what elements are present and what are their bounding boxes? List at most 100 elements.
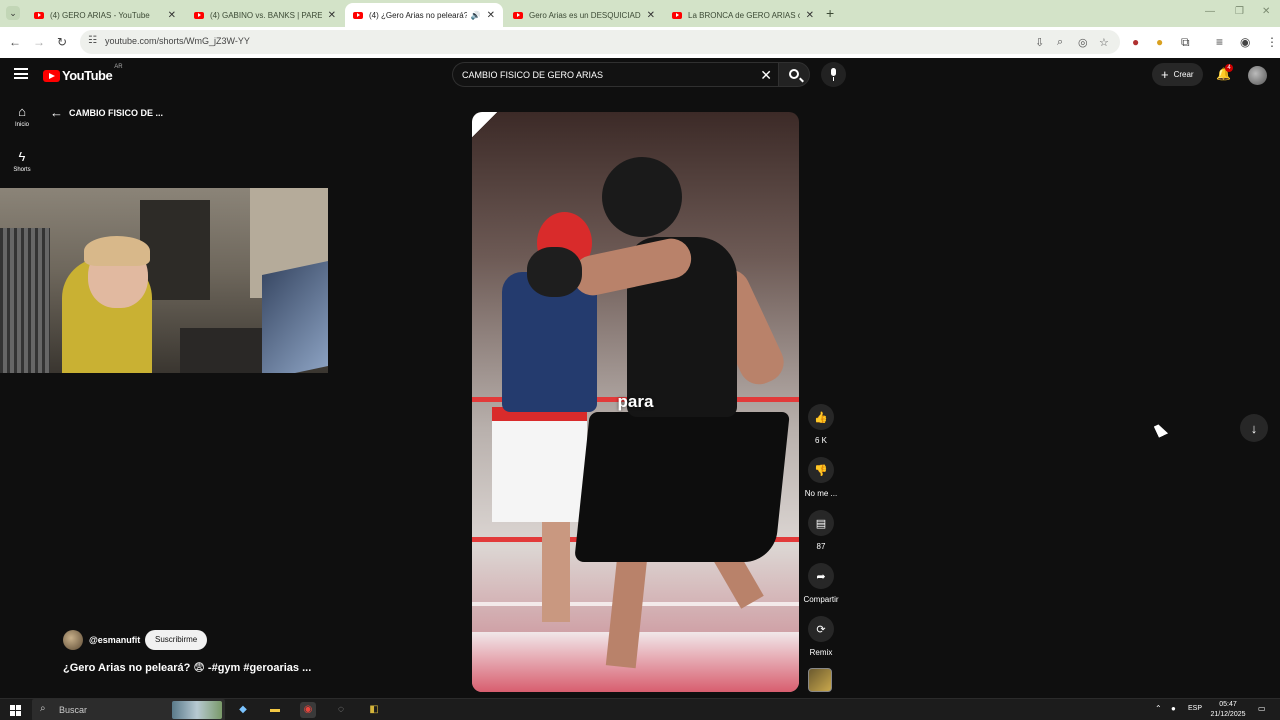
clock-date: 21/12/2025 <box>1210 711 1246 718</box>
comment-count: 87 <box>816 542 826 551</box>
share-label: Compartir <box>803 595 839 604</box>
notification-count-badge: 4 <box>1225 64 1233 72</box>
webcam-rack <box>0 228 50 373</box>
browser-toolbar: ← → ↻ ☷ youtube.com/shorts/WmG_jZ3W-YY ⇩… <box>0 27 1280 58</box>
video-boxer-black-headgear <box>527 157 792 687</box>
create-button[interactable]: + Crear <box>1152 63 1203 86</box>
tracking-protection-icon[interactable]: ◎ <box>1078 36 1088 49</box>
chrome-icon[interactable]: ◉ <box>300 702 316 718</box>
short-video-player[interactable]: para <box>472 112 799 692</box>
guide-item-shorts[interactable]: ϟ Shorts <box>6 149 38 173</box>
reload-icon[interactable]: ↻ <box>57 35 67 49</box>
search-input[interactable]: CAMBIO FISICO DE GERO ARIAS ✕ <box>452 62 778 87</box>
video-caption: para <box>617 392 654 411</box>
media-controls-icon[interactable]: ≡ <box>1216 35 1223 49</box>
app-icon[interactable]: ◧ <box>366 702 382 718</box>
tab-close-icon[interactable]: ✕ <box>647 10 655 21</box>
guide-label: Shorts <box>13 167 31 173</box>
audio-playing-icon[interactable]: 🔊 <box>471 11 481 20</box>
tab-search-icon[interactable]: ⌄ <box>6 6 20 20</box>
address-bar[interactable]: ☷ youtube.com/shorts/WmG_jZ3W-YY ⇩ ⌕ ◎ ☆ <box>80 30 1120 54</box>
voice-search-mic-icon[interactable] <box>821 62 846 87</box>
file-explorer-icon[interactable]: ▬ <box>267 702 283 718</box>
boxer-shorts <box>574 412 790 562</box>
hamburger-menu-icon[interactable] <box>14 68 28 79</box>
taskbar-search-input[interactable]: ⌕ Buscar <box>32 699 225 720</box>
forward-icon[interactable]: → <box>33 35 45 49</box>
next-short-button[interactable]: ↓ <box>1240 414 1268 442</box>
channel-name[interactable]: @esmanufit <box>89 635 140 645</box>
taskbar-search-label: Buscar <box>59 705 88 715</box>
new-tab-icon[interactable]: + <box>826 5 834 21</box>
install-app-icon[interactable]: ⇩ <box>1035 36 1044 49</box>
webcam-streamer-hair <box>84 236 150 266</box>
shorts-icon: ϟ <box>18 149 26 164</box>
youtube-masthead: YouTube AR CAMBIO FISICO DE GERO ARIAS ✕… <box>0 58 1280 92</box>
search-icon: ⌕ <box>40 703 46 714</box>
close-window-icon[interactable]: ✕ <box>1262 6 1270 17</box>
plus-icon: + <box>1161 67 1169 82</box>
tab-title: (4) ¿Gero Arias no peleará? 😨 <box>369 10 467 20</box>
video-ceiling-light <box>472 112 532 192</box>
tab-close-icon[interactable]: ✕ <box>328 10 336 21</box>
comments-button[interactable]: ▤ 87 <box>800 510 842 551</box>
guide-label: Inicio <box>14 122 29 128</box>
boxer-leg <box>542 512 570 622</box>
webcam-monitor <box>262 260 328 373</box>
back-to-search-button[interactable]: ← CAMBIO FISICO DE ... <box>50 105 163 120</box>
account-avatar[interactable] <box>1248 66 1267 85</box>
browser-tab[interactable]: (4) GERO ARIAS - YouTube ✕ <box>26 3 184 27</box>
back-icon[interactable]: ← <box>9 35 21 49</box>
profile-icon[interactable]: ◉ <box>1240 35 1250 49</box>
taskbar-clock[interactable]: 05:47 21/12/2025 <box>1206 700 1250 720</box>
notification-center-icon[interactable]: ▭ <box>1258 704 1266 713</box>
tab-close-icon[interactable]: ✕ <box>168 10 176 21</box>
remix-button[interactable]: ⟳ Remix <box>800 616 842 657</box>
logo-text: YouTube <box>62 68 113 83</box>
extensions-puzzle-icon[interactable]: ⧉ <box>1181 35 1190 50</box>
youtube-logo[interactable]: YouTube AR <box>43 64 123 83</box>
minimize-icon[interactable]: — <box>1205 6 1215 17</box>
guide-item-home[interactable]: ⌂ Inicio <box>6 104 38 128</box>
tab-close-icon[interactable]: ✕ <box>806 10 814 21</box>
youtube-play-logo-icon <box>43 69 60 82</box>
url-text: youtube.com/shorts/WmG_jZ3W-YY <box>105 36 250 46</box>
boxer-headgear <box>602 157 682 237</box>
browser-tab[interactable]: Gero Arias es un DESQUICIADO ✕ <box>505 3 663 27</box>
clear-search-icon[interactable]: ✕ <box>760 67 772 84</box>
windows-taskbar: ⌕ Buscar ◆ ▬ ◉ ◌ ◧ ⌃ ● ESP 05:47 21/12/2… <box>0 698 1280 720</box>
channel-avatar[interactable] <box>63 630 83 650</box>
zoom-icon[interactable]: ⌕ <box>1057 36 1063 49</box>
webcam-shelf <box>140 200 210 300</box>
browser-menu-icon[interactable]: ⋮ <box>1266 35 1278 49</box>
clock-time: 05:47 <box>1219 701 1237 708</box>
windows-start-icon[interactable] <box>10 705 21 716</box>
short-title[interactable]: ¿Gero Arias no peleará? 😨 -#gym #geroari… <box>63 661 311 674</box>
dislike-button[interactable]: 👎 No me ... <box>800 457 842 498</box>
browser-tab[interactable]: La BRONCA de GERO ARIAS con ✕ <box>664 3 822 27</box>
site-info-icon[interactable]: ☷ <box>88 35 97 46</box>
like-button[interactable]: 👍 6 K <box>800 404 842 445</box>
browser-tab-active[interactable]: (4) ¿Gero Arias no peleará? 😨 🔊 ✕ <box>345 3 503 27</box>
search-button[interactable] <box>778 62 810 87</box>
app-icon[interactable]: ◌ <box>333 702 349 718</box>
home-icon: ⌂ <box>18 104 26 119</box>
extension-icon[interactable]: ● <box>1156 35 1163 49</box>
copilot-icon[interactable]: ◆ <box>235 702 251 718</box>
tray-overflow-icon[interactable]: ⌃ <box>1155 704 1162 713</box>
tray-mic-icon[interactable]: ● <box>1171 704 1176 713</box>
restore-icon[interactable]: ❐ <box>1235 6 1244 17</box>
audio-source-thumbnail[interactable] <box>808 668 832 692</box>
boxer-leg <box>605 545 649 669</box>
bookmark-star-icon[interactable]: ☆ <box>1099 36 1109 49</box>
boxer-glove <box>527 247 582 297</box>
browser-tab[interactable]: (4) GABINO vs. BANKS | PARENT ✕ <box>186 3 344 27</box>
extension-icon[interactable]: ● <box>1132 35 1139 49</box>
youtube-favicon-icon <box>353 11 363 19</box>
tray-language[interactable]: ESP <box>1188 705 1202 712</box>
subscribe-button[interactable]: Suscribirme <box>145 630 208 650</box>
tab-title: Gero Arias es un DESQUICIADO <box>529 10 641 20</box>
tab-close-icon[interactable]: ✕ <box>487 10 495 21</box>
browser-tab-strip: ⌄ (4) GERO ARIAS - YouTube ✕ (4) GABINO … <box>0 0 1280 27</box>
share-button[interactable]: ➦ Compartir <box>800 563 842 604</box>
